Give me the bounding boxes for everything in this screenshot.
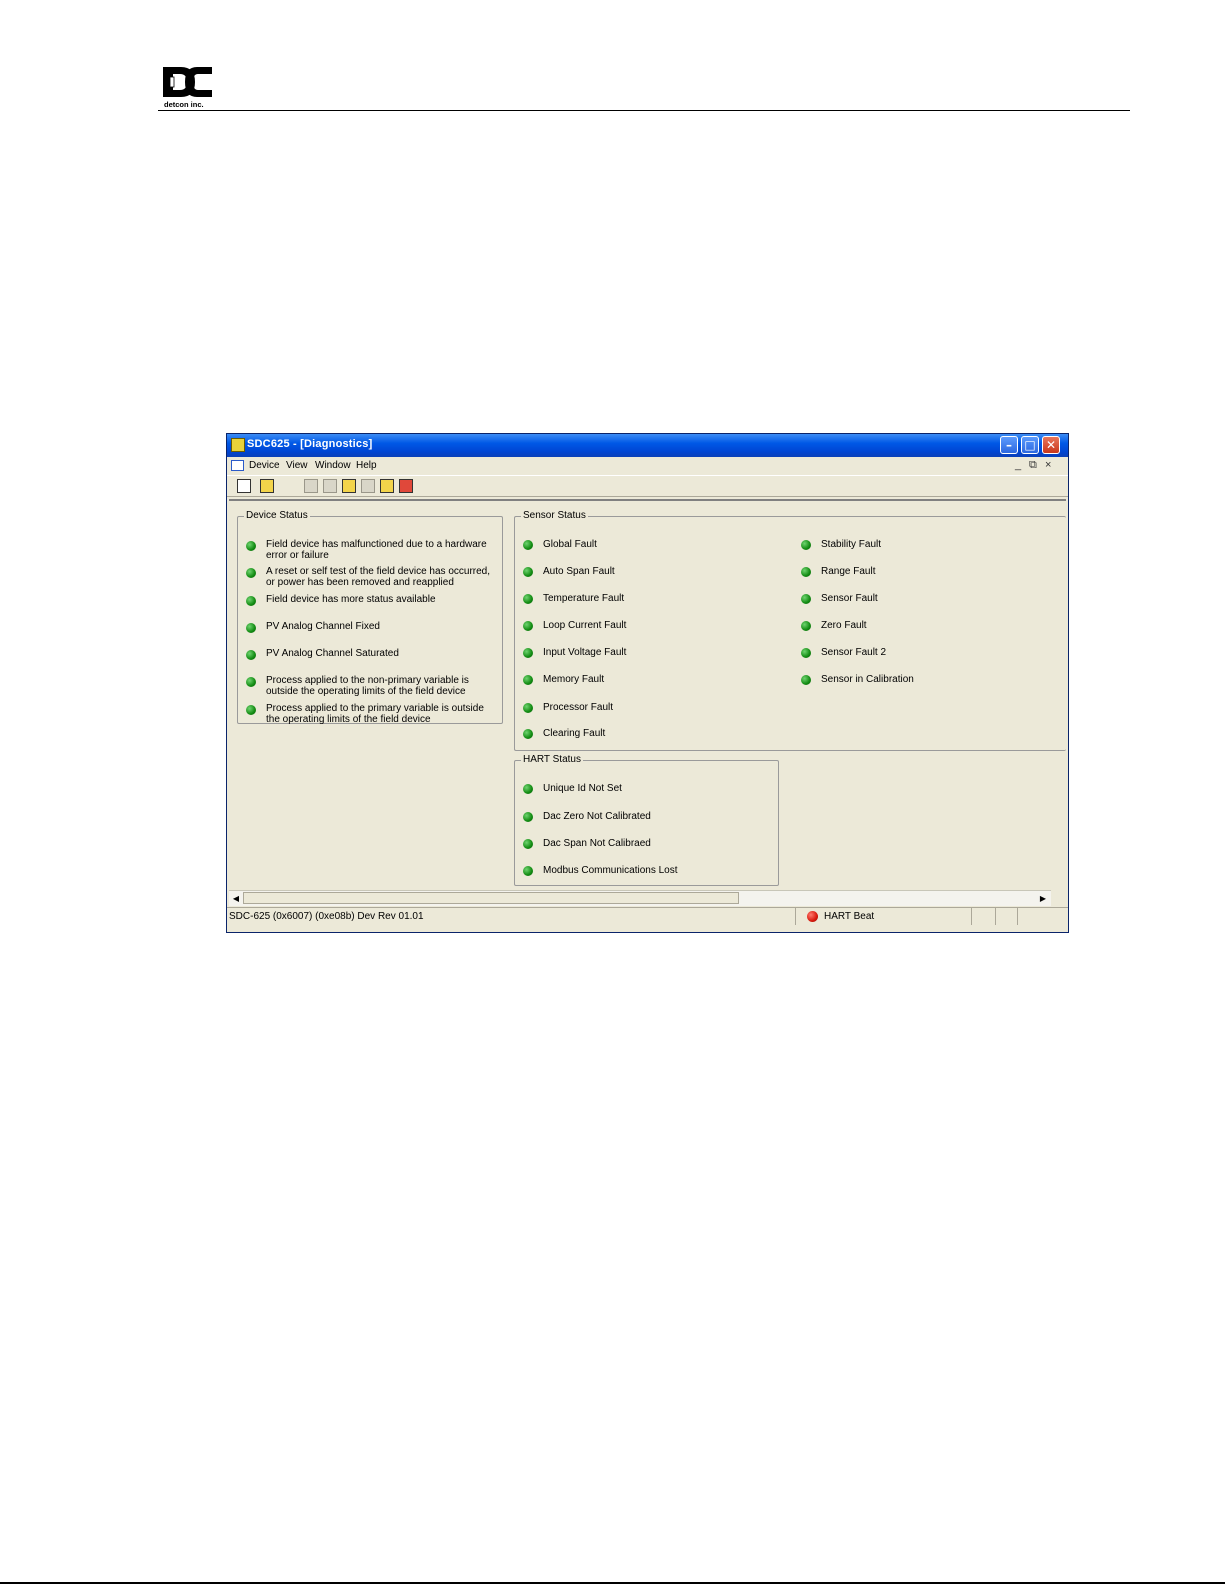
status-led-icon — [523, 812, 533, 822]
footer-rule — [0, 1582, 1225, 1584]
toolbar — [227, 475, 1068, 497]
status-divider — [971, 908, 972, 925]
status-led-icon — [246, 705, 256, 715]
refresh-icon[interactable] — [342, 479, 356, 493]
device-status-title: Device Status — [244, 510, 310, 522]
sensor-status-group: Sensor Status Global Fault Auto Span Fau… — [514, 510, 1066, 751]
minimize-button[interactable]: – — [1000, 436, 1018, 454]
header-rule — [158, 110, 1130, 111]
app-window: SDC625 - [Diagnostics] – □ ✕ Device View… — [226, 433, 1069, 933]
menu-bar: Device View Window Help _ ⧉ × — [227, 457, 1068, 475]
open-icon[interactable] — [260, 479, 274, 493]
status-divider — [1017, 908, 1018, 925]
status-led-icon — [523, 866, 533, 876]
status-led-icon — [523, 594, 533, 604]
write-icon[interactable] — [361, 479, 375, 493]
read-icon[interactable] — [380, 479, 394, 493]
status-led-icon — [523, 784, 533, 794]
status-led-icon — [246, 596, 256, 606]
menu-help[interactable]: Help — [356, 460, 377, 471]
device-info: SDC-625 (0x6007) (0xe08b) Dev Rev 01.01 — [229, 911, 424, 922]
status-bar: SDC-625 (0x6007) (0xe08b) Dev Rev 01.01 … — [227, 907, 1068, 925]
status-led-icon — [246, 677, 256, 687]
status-led-icon — [523, 729, 533, 739]
mdi-close-icon[interactable]: × — [1045, 459, 1051, 471]
detcon-logo: detcon inc. — [163, 67, 212, 109]
device-status-group: Device Status Field device has malfuncti… — [237, 510, 503, 725]
menu-device[interactable]: Device — [249, 460, 280, 471]
scroll-left-icon[interactable]: ◀ — [229, 892, 243, 905]
status-led-icon — [523, 648, 533, 658]
status-led-icon — [246, 541, 256, 551]
close-button[interactable]: ✕ — [1042, 436, 1060, 454]
new-icon[interactable] — [237, 479, 251, 493]
menu-view[interactable]: View — [286, 460, 308, 471]
title-bar[interactable]: SDC625 - [Diagnostics] – □ ✕ — [227, 434, 1068, 457]
app-icon — [231, 438, 245, 452]
status-led-icon — [801, 648, 811, 658]
status-led-icon — [801, 675, 811, 685]
status-led-icon — [801, 540, 811, 550]
status-led-icon — [246, 650, 256, 660]
status-led-icon — [523, 703, 533, 713]
status-led-icon — [801, 594, 811, 604]
stop-icon[interactable] — [399, 479, 413, 493]
status-led-icon — [246, 623, 256, 633]
maximize-button[interactable]: □ — [1021, 436, 1039, 454]
status-led-icon — [801, 621, 811, 631]
status-led-icon — [523, 621, 533, 631]
hart-status-group: HART Status Unique Id Not Set Dac Zero N… — [514, 754, 779, 886]
status-divider — [795, 908, 796, 925]
sensor-status-title: Sensor Status — [521, 510, 588, 522]
window-title: SDC625 - [Diagnostics] — [247, 438, 373, 450]
status-led-icon — [523, 567, 533, 577]
status-led-icon — [523, 839, 533, 849]
diagnostics-panel: Device Status Field device has malfuncti… — [229, 499, 1066, 892]
status-led-icon — [801, 567, 811, 577]
mdi-restore-icon[interactable]: ⧉ — [1029, 459, 1037, 472]
horizontal-scrollbar[interactable]: ◀ ▶ — [229, 890, 1051, 906]
print-icon[interactable] — [323, 479, 337, 493]
status-led-icon — [246, 568, 256, 578]
hart-beat-label: HART Beat — [824, 911, 875, 922]
document-icon[interactable] — [231, 460, 244, 471]
mdi-minimize-icon[interactable]: _ — [1015, 459, 1021, 471]
status-led-icon — [523, 675, 533, 685]
scroll-thumb[interactable] — [243, 892, 739, 904]
status-divider — [995, 908, 996, 925]
save-icon[interactable] — [304, 479, 318, 493]
menu-window[interactable]: Window — [315, 460, 351, 471]
status-led-icon — [523, 540, 533, 550]
logo-text: detcon inc. — [164, 100, 204, 109]
scroll-right-icon[interactable]: ▶ — [1036, 892, 1050, 905]
hart-beat-led-icon — [807, 911, 818, 922]
hart-status-title: HART Status — [521, 754, 583, 766]
